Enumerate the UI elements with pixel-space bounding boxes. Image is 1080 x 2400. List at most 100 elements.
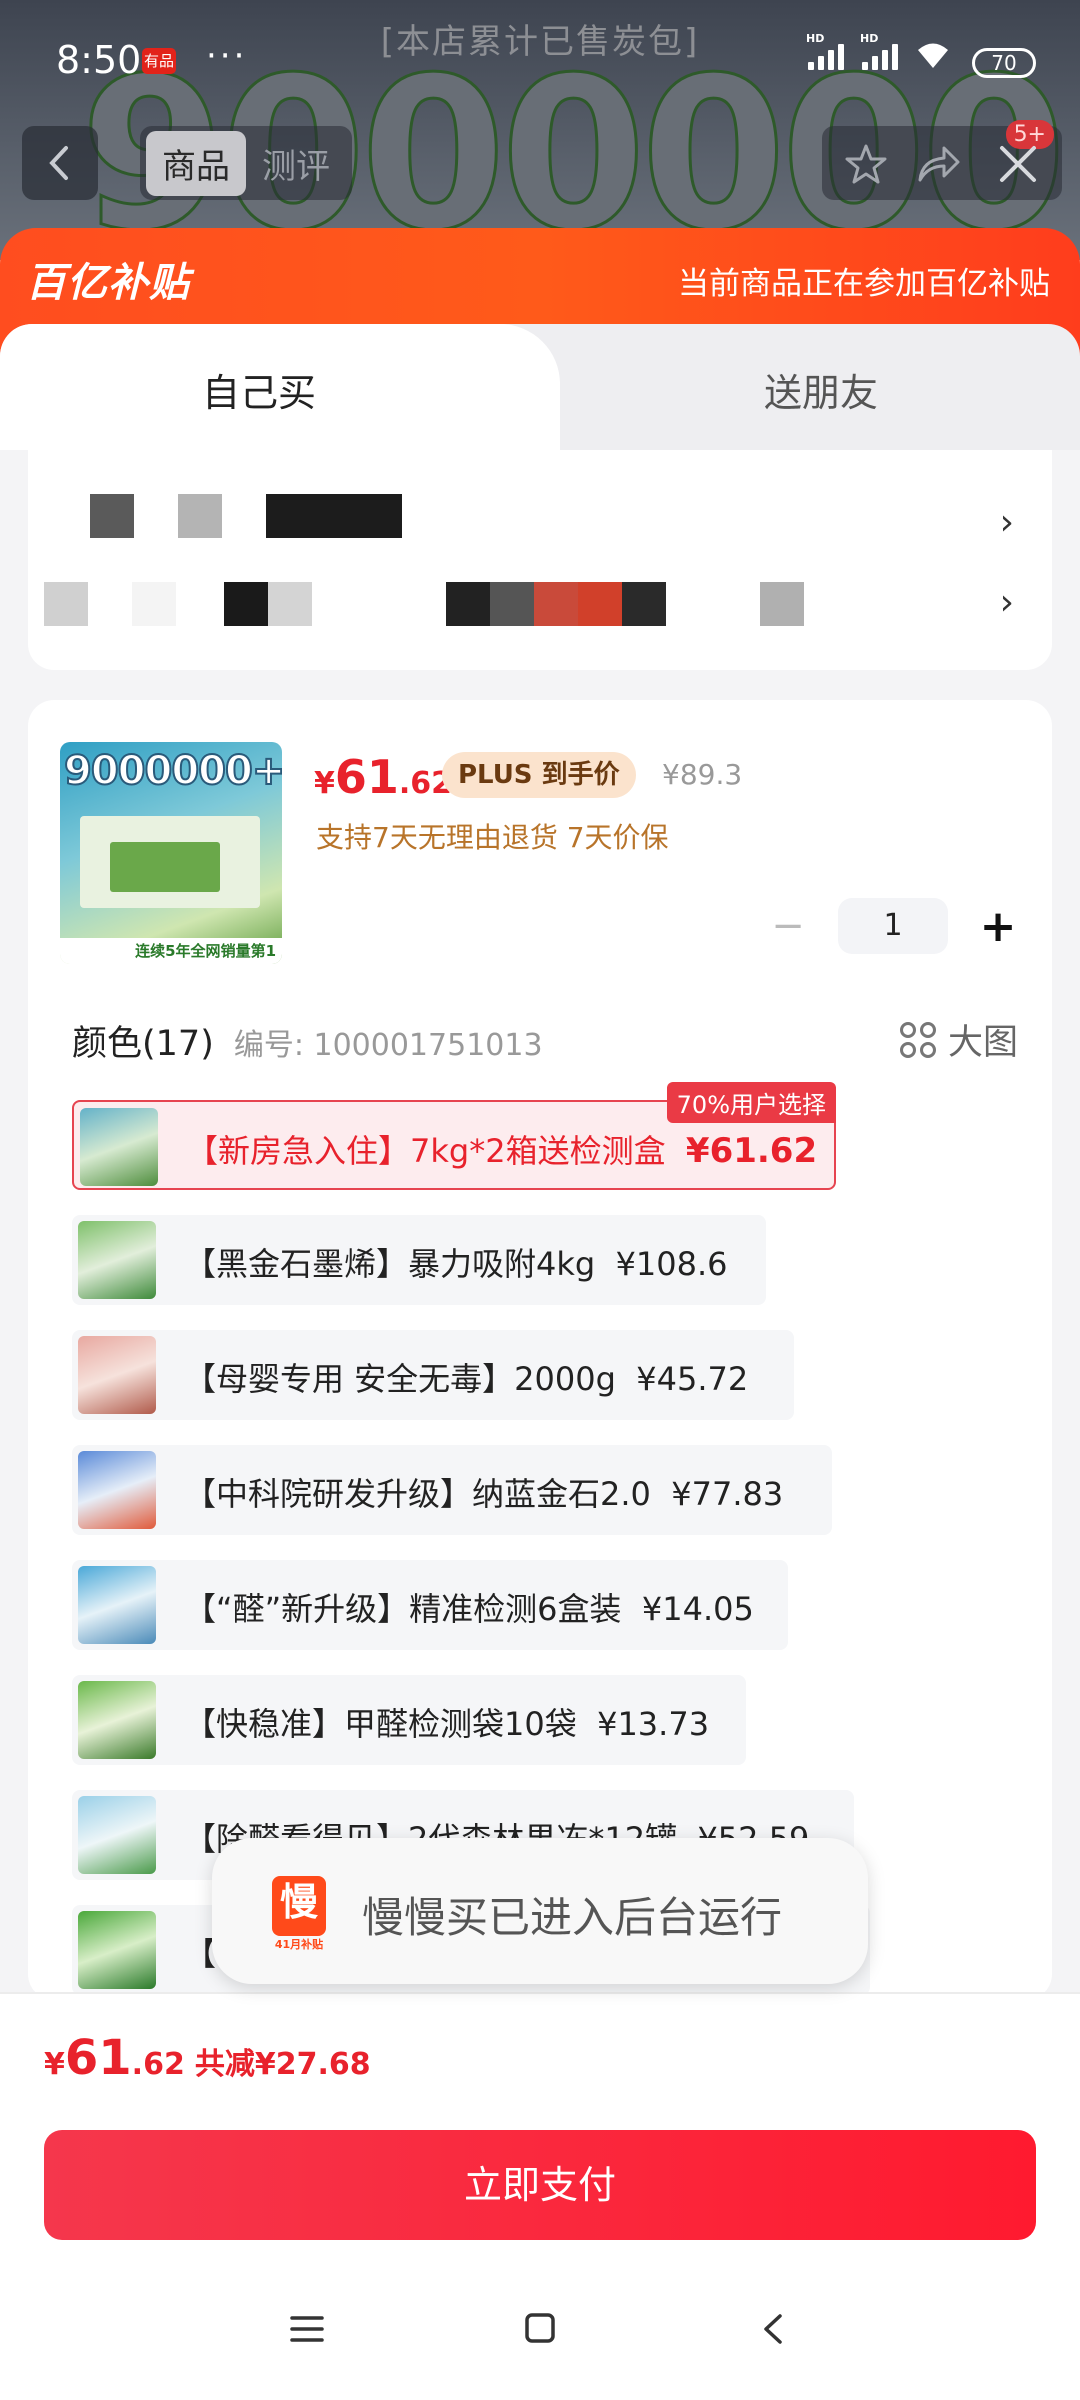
spec-option[interactable]: 【母婴专用 安全无毒】2000g ¥45.72: [72, 1330, 794, 1420]
thumbnail-boxes: [80, 816, 260, 908]
product-card: 9000000+ 连续5年全网销量第1 ¥61.62 PLUS 到手价 ¥89.…: [28, 700, 1052, 1992]
app-icon: 慢 41月补贴: [272, 1876, 326, 1951]
spec-option[interactable]: 【中科院研发升级】纳蓝金石2.0 ¥77.83: [72, 1445, 832, 1535]
option-text: 【快稳准】甲醛检测袋10袋 ¥13.73: [184, 1699, 709, 1745]
star-icon[interactable]: [844, 142, 888, 186]
thumbnail-strip: 连续5年全网销量第1: [60, 938, 282, 964]
option-label: 【黑金石墨烯】暴力吸附4kg: [184, 1245, 596, 1283]
redacted-block: [534, 582, 578, 626]
option-thumbnail: [78, 1566, 156, 1644]
address-arrow-icon[interactable]: ›: [1000, 502, 1014, 543]
big-image-toggle[interactable]: 大图: [899, 1014, 1018, 1065]
redacted-block: [178, 494, 222, 538]
product-top-nav: 商品 测评 5+: [22, 120, 1062, 206]
redacted-block: [132, 582, 176, 626]
tab-product[interactable]: 商品: [146, 130, 246, 196]
back-icon[interactable]: [760, 2312, 786, 2346]
back-button[interactable]: [22, 126, 98, 200]
option-price: ¥61.62: [685, 1131, 818, 1171]
status-bar: 8:50 有品 ··· HD HD 70: [0, 0, 1080, 120]
redacted-block: [224, 582, 268, 626]
option-thumbnail: [78, 1221, 156, 1299]
thumbnail-title: 9000000+: [63, 747, 282, 795]
subsidy-note: 当前商品正在参加百亿补贴: [678, 266, 1050, 302]
nav-actions: 5+: [822, 120, 1062, 200]
status-time: 8:50: [56, 38, 142, 82]
decrease-quantity-button[interactable]: −: [758, 903, 818, 949]
option-label: 【中科院研发升级】纳蓝金石2.0: [184, 1475, 651, 1513]
home-icon[interactable]: [524, 2312, 556, 2344]
redacted-block: [44, 582, 88, 626]
share-icon[interactable]: [914, 142, 960, 186]
spec-option[interactable]: 【“醛”新升级】精准检测6盒装 ¥14.05: [72, 1560, 788, 1650]
app-notification-icon: 有品: [142, 48, 176, 74]
tab-self-buy-label[interactable]: 自己买: [202, 362, 316, 417]
cell-signal-2-icon: HD: [860, 32, 898, 70]
spec-title: 颜色(17): [72, 1024, 214, 1064]
increase-quantity-button[interactable]: +: [968, 901, 1028, 952]
product-thumbnail[interactable]: 9000000+ 连续5年全网销量第1: [60, 742, 282, 964]
option-thumbnail: [78, 1336, 156, 1414]
spec-option[interactable]: 【新房急入住】7kg*2箱送检测盒 ¥61.62 70%用户选择: [72, 1082, 836, 1190]
battery-icon: 70: [972, 48, 1036, 78]
wifi-icon: [918, 43, 948, 68]
option-text: 【新房急入住】7kg*2箱送检测盒 ¥61.62: [186, 1126, 817, 1172]
tab-review[interactable]: 测评: [246, 131, 346, 196]
subsidy-logo: 百亿补贴: [26, 260, 190, 306]
option-price: ¥14.05: [641, 1590, 754, 1628]
option-label: 【新房急入住】7kg*2箱送检测盒: [186, 1132, 666, 1170]
original-price: ¥89.3: [662, 758, 743, 791]
product-code: 编号: 100001751013: [233, 1028, 543, 1063]
redacted-block: [266, 494, 402, 538]
popular-choice-badge: 70%用户选择: [666, 1082, 836, 1123]
app-icon-subtext: 41月补贴: [274, 1938, 324, 1951]
pay-now-button[interactable]: 立即支付: [44, 2130, 1036, 2240]
spec-option[interactable]: 【黑金石墨烯】暴力吸附4kg ¥108.6: [72, 1215, 766, 1305]
product-tabs: 商品 测评: [140, 126, 352, 200]
total-price-symbol: ¥: [44, 2047, 65, 2082]
signal-icons: HD HD: [806, 32, 950, 70]
option-thumbnail: [78, 1451, 156, 1529]
plus-price-badge: PLUS 到手价: [442, 752, 636, 798]
background-running-toast: 慢 41月补贴 慢慢买已进入后台运行: [212, 1838, 868, 1984]
redacted-block: [446, 582, 490, 626]
redacted-block: [622, 582, 666, 626]
option-price: ¥45.72: [636, 1360, 749, 1398]
option-thumbnail: [78, 1911, 156, 1989]
redacted-block: [490, 582, 534, 626]
menu-icon[interactable]: [290, 2314, 324, 2344]
address-card[interactable]: › ›: [28, 450, 1052, 670]
option-label: 【“醛”新升级】精准检测6盒装: [184, 1590, 622, 1628]
cell-signal-icon: HD: [806, 32, 844, 70]
option-text: 【“醛”新升级】精准检测6盒装 ¥14.05: [184, 1584, 754, 1630]
system-navigation-bar: [0, 2294, 1080, 2374]
checkout-bar: ¥61.62 共减¥27.68 立即支付: [0, 1992, 1080, 2400]
more-notifications-icon: ···: [206, 36, 248, 76]
option-text: 【中科院研发升级】纳蓝金石2.0 ¥77.83: [184, 1469, 783, 1515]
quantity-value[interactable]: 1: [838, 898, 948, 954]
total-price-decimal: .62: [131, 2047, 185, 2082]
spec-option[interactable]: 【快稳准】甲醛检测袋10袋 ¥13.73: [72, 1675, 746, 1765]
total-price-integer: 61: [64, 2030, 132, 2086]
option-price: ¥77.83: [671, 1475, 784, 1513]
total-saved: 共减¥27.68: [194, 2047, 371, 2082]
quantity-stepper: − 1 +: [758, 896, 1028, 956]
purchase-mode-tabs: 自己买 送朋友: [0, 324, 1080, 454]
option-label: 【母婴专用 安全无毒】2000g: [184, 1360, 616, 1398]
option-text: 【黑金石墨烯】暴力吸附4kg ¥108.6: [184, 1239, 728, 1285]
price-integer: 61: [334, 750, 399, 804]
close-icon[interactable]: [998, 144, 1038, 184]
address-arrow-2-icon[interactable]: ›: [1000, 582, 1014, 623]
option-thumbnail: [80, 1108, 158, 1186]
product-price: ¥61.62: [314, 750, 452, 804]
app-icon-text: 慢: [279, 1880, 318, 1924]
grid-icon: [899, 1021, 936, 1058]
spec-header: 颜色(17) 编号: 100001751013: [72, 1015, 543, 1066]
option-text: 【母婴专用 安全无毒】2000g ¥45.72: [184, 1354, 748, 1400]
chevron-left-icon: [49, 146, 68, 180]
tab-gift-label[interactable]: 送朋友: [764, 362, 878, 417]
option-price: ¥108.6: [615, 1245, 728, 1283]
total-price: ¥61.62 共减¥27.68: [44, 2030, 371, 2086]
redacted-block: [268, 582, 312, 626]
option-thumbnail: [78, 1796, 156, 1874]
